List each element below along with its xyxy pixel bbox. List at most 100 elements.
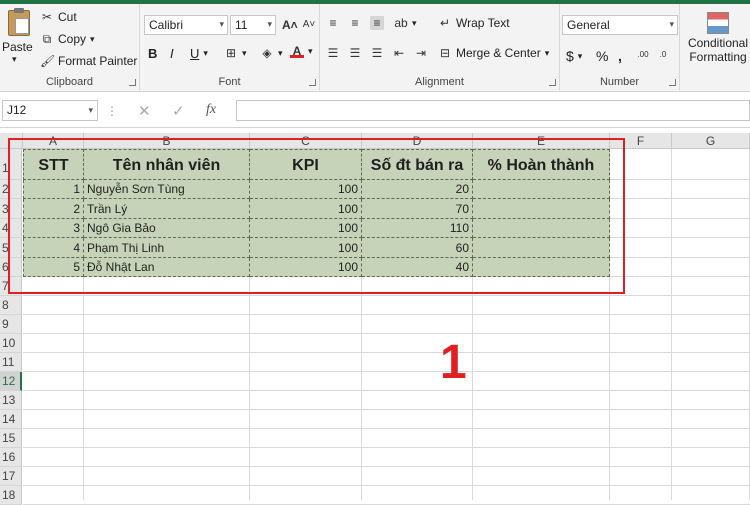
italic-label: I (170, 46, 174, 61)
font-color-button[interactable]: A ▾ (290, 44, 313, 58)
align-center-icon: ☰ (349, 46, 361, 60)
font-name-value: Calibri (149, 18, 184, 32)
paintbrush-icon: 🖌 (40, 54, 56, 68)
borders-icon: ⊞ (225, 46, 237, 60)
increase-indent-icon: ⇥ (415, 46, 427, 60)
paint-bucket-icon: ◈ (262, 46, 272, 60)
paste-label: Paste (2, 40, 33, 54)
align-center-button[interactable]: ☰ (348, 46, 362, 60)
orientation-button[interactable]: ab ▾ (394, 16, 417, 30)
paste-dropdown-icon[interactable]: ▾ (12, 54, 17, 65)
align-right-icon: ☰ (371, 46, 383, 60)
name-box-value: J12 (7, 103, 27, 117)
underline-label: U (190, 46, 200, 61)
italic-button[interactable]: I (170, 46, 174, 61)
align-right-button[interactable]: ☰ (370, 46, 384, 60)
row-header-17[interactable]: 17 (0, 467, 22, 486)
bold-button[interactable]: B (148, 46, 157, 61)
gridline (23, 295, 750, 296)
highlight-box (8, 138, 625, 294)
comma-button[interactable]: , (618, 48, 622, 64)
chevron-down-icon: ▾ (577, 50, 583, 61)
currency-button[interactable]: $ ▾ (566, 48, 582, 64)
percent-label: % (596, 48, 609, 64)
font-name-select[interactable]: Calibri ▾ (144, 15, 228, 35)
borders-button[interactable]: ⊞ ▾ (224, 46, 247, 60)
column-header-g[interactable]: G (672, 133, 750, 149)
conditional-formatting-label: Conditional Formatting (687, 36, 749, 64)
font-launcher-icon[interactable] (309, 79, 316, 86)
chevron-down-icon: ▾ (267, 19, 272, 29)
align-left-icon: ☰ (327, 46, 339, 60)
chevron-down-icon: ▾ (544, 47, 550, 58)
decrease-indent-button[interactable]: ⇤ (392, 46, 406, 60)
cancel-icon[interactable]: ✕ (138, 102, 151, 120)
row-header-13[interactable]: 13 (0, 391, 22, 410)
row-header-18[interactable]: 18 (0, 486, 22, 505)
decrease-decimal-button[interactable]: .0 (656, 48, 670, 62)
align-top-button[interactable]: ≡ (326, 16, 340, 30)
row-header-12[interactable]: 12 (0, 372, 22, 391)
chevron-down-icon: ▾ (308, 45, 313, 56)
insert-function-button[interactable]: fx (206, 102, 216, 118)
increase-decimal-button[interactable]: .00 (636, 48, 650, 62)
gridline (23, 466, 750, 467)
row-header-15[interactable]: 15 (0, 429, 22, 448)
increase-indent-button[interactable]: ⇥ (414, 46, 428, 60)
format-painter-button[interactable]: 🖌 Format Painter (40, 54, 137, 68)
chevron-down-icon: ▾ (412, 17, 417, 28)
number-group-label: Number (599, 76, 640, 88)
chevron-down-icon: ▾ (278, 47, 283, 58)
font-size-value: 11 (235, 18, 248, 32)
formula-bar: J12 ▾ ⋮ ✕ ✓ fx (0, 92, 750, 128)
cut-button[interactable]: ✂ Cut (40, 10, 77, 24)
more-options-icon[interactable]: ⋮ (106, 104, 118, 118)
conditional-formatting-icon (707, 12, 729, 34)
copy-button[interactable]: ⧉ Copy ▾ (40, 32, 95, 46)
gridline (23, 409, 750, 410)
merge-center-button[interactable]: ⊟ Merge & Center ▾ (438, 46, 549, 60)
align-bottom-icon: ≡ (373, 16, 381, 30)
wrap-text-button[interactable]: ↵ Wrap Text (438, 16, 510, 30)
gridline (23, 447, 750, 448)
font-size-select[interactable]: 11 ▾ (230, 15, 276, 35)
row-header-16[interactable]: 16 (0, 448, 22, 467)
alignment-group: ≡ ≡ ≡ ab ▾ ↵ Wrap Text ☰ ☰ ☰ ⇤ ⇥ ⊟ Merge … (320, 4, 560, 90)
clipboard-launcher-icon[interactable] (129, 79, 136, 86)
row-header-11[interactable]: 11 (0, 353, 22, 372)
alignment-launcher-icon[interactable] (549, 79, 556, 86)
align-top-icon: ≡ (329, 16, 337, 30)
align-middle-button[interactable]: ≡ (348, 16, 362, 30)
enter-icon[interactable]: ✓ (172, 102, 185, 120)
copy-icon: ⧉ (42, 32, 52, 46)
number-group: General ▾ $ ▾ % , .00 .0 Number (560, 4, 680, 90)
increase-font-button[interactable]: A˄ (282, 18, 298, 32)
row-header-14[interactable]: 14 (0, 410, 22, 429)
copy-dropdown-icon[interactable]: ▾ (90, 34, 95, 45)
fill-color-button[interactable]: ◈ ▾ (260, 46, 283, 60)
number-launcher-icon[interactable] (669, 79, 676, 86)
gridline (23, 390, 750, 391)
gridline (23, 333, 750, 334)
paste-clipboard-icon (8, 8, 30, 36)
wrap-text-label: Wrap Text (456, 16, 510, 30)
percent-button[interactable]: % (596, 48, 608, 64)
align-bottom-button[interactable]: ≡ (370, 16, 384, 30)
row-header-9[interactable]: 9 (0, 315, 22, 334)
row-header-10[interactable]: 10 (0, 334, 22, 353)
bold-label: B (148, 46, 158, 61)
number-format-select[interactable]: General ▾ (562, 15, 678, 35)
increase-decimal-icon: .00 (637, 50, 649, 59)
decrease-font-button[interactable]: A˅ (302, 18, 316, 32)
align-left-button[interactable]: ☰ (326, 46, 340, 60)
name-box[interactable]: J12 ▾ (2, 100, 98, 121)
row-header-8[interactable]: 8 (0, 296, 22, 315)
alignment-group-label: Alignment (415, 76, 464, 88)
underline-button[interactable]: U ▾ (190, 46, 208, 61)
cut-label: Cut (58, 10, 77, 24)
conditional-formatting-button[interactable]: Conditional Formatting (686, 12, 750, 64)
gridline (23, 314, 750, 315)
formula-input[interactable] (236, 100, 750, 121)
increase-font-icon: A˄ (282, 18, 298, 32)
format-painter-label: Format Painter (58, 54, 138, 68)
